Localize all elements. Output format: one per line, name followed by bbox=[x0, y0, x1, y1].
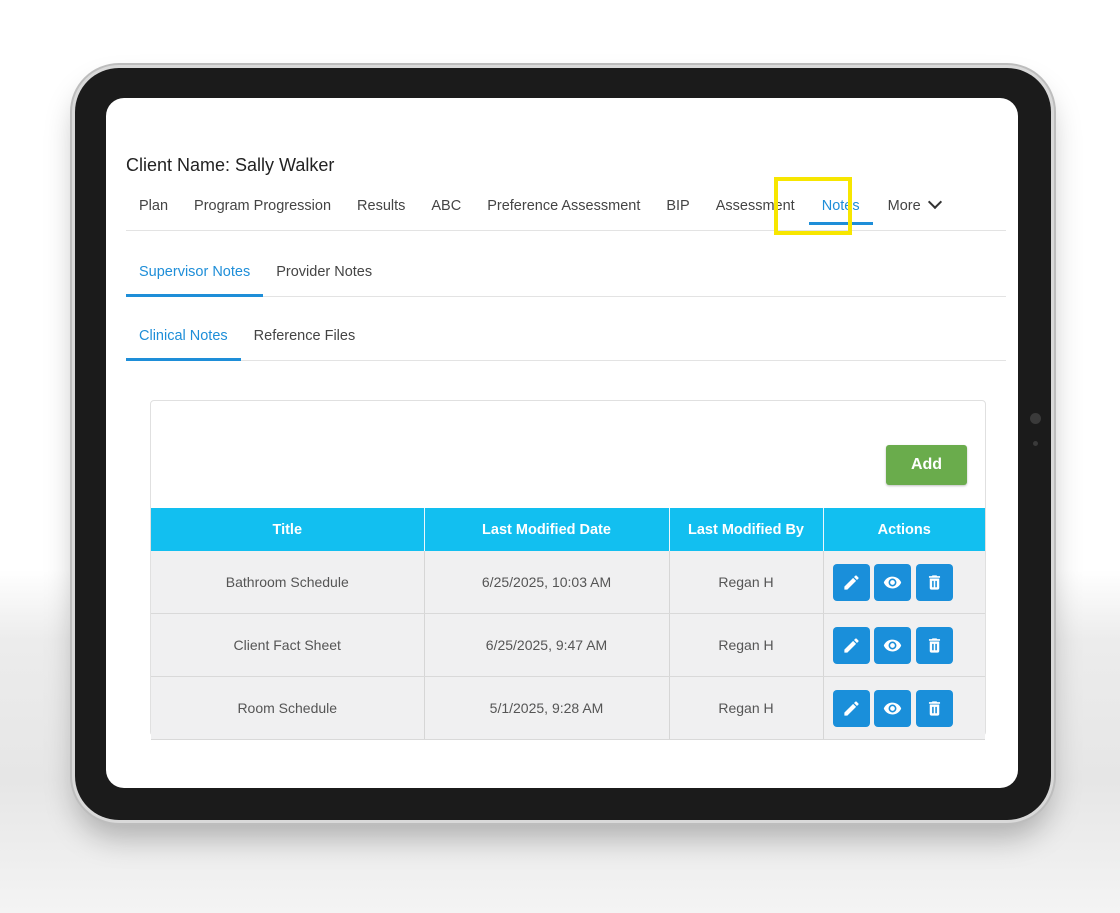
sensor-dot bbox=[1033, 441, 1038, 446]
camera-dot bbox=[1030, 413, 1041, 424]
cell-date: 6/25/2025, 9:47 AM bbox=[424, 613, 670, 677]
cell-modified-by: Regan H bbox=[669, 676, 824, 740]
client-name-heading: Client Name: Sally Walker bbox=[126, 155, 335, 175]
tab-program-progression[interactable]: Program Progression bbox=[181, 190, 344, 224]
column-header-title[interactable]: Title bbox=[151, 508, 425, 551]
tab-provider-notes[interactable]: Provider Notes bbox=[263, 256, 385, 296]
tab-assessment[interactable]: Assessment bbox=[703, 190, 808, 224]
notes-type-tab-bar: Supervisor Notes Provider Notes bbox=[126, 256, 1006, 297]
column-header-actions: Actions bbox=[823, 508, 985, 551]
tab-provider-notes-label: Provider Notes bbox=[276, 264, 373, 280]
cell-date: 5/1/2025, 9:28 AM bbox=[424, 676, 670, 740]
delete-button[interactable] bbox=[916, 563, 954, 601]
column-header-last-modified-by[interactable]: Last Modified By bbox=[669, 508, 824, 551]
view-button[interactable] bbox=[874, 689, 912, 727]
edit-button[interactable] bbox=[832, 689, 870, 727]
tab-supervisor-notes[interactable]: Supervisor Notes bbox=[126, 256, 264, 297]
pencil-icon bbox=[843, 637, 859, 653]
notes-category-tab-bar: Clinical Notes Reference Files bbox=[126, 320, 1006, 361]
trash-icon bbox=[929, 637, 941, 653]
tab-more-label: More bbox=[887, 198, 921, 214]
tab-clinical-notes[interactable]: Clinical Notes bbox=[126, 320, 241, 361]
cell-title: Bathroom Schedule bbox=[151, 551, 425, 614]
tab-notes[interactable]: Notes bbox=[808, 190, 873, 225]
tab-preference-assessment-label: Preference Assessment bbox=[487, 198, 641, 214]
app-screen: Client Name: Sally Walker Plan Program P… bbox=[106, 98, 1018, 788]
cell-actions bbox=[823, 551, 985, 614]
main-tab-bar: Plan Program Progression Results ABC Pre… bbox=[126, 190, 1006, 231]
add-button[interactable]: Add bbox=[886, 445, 967, 485]
tab-more[interactable]: More bbox=[875, 190, 953, 224]
trash-icon bbox=[929, 700, 941, 716]
tab-reference-files-label: Reference Files bbox=[253, 328, 356, 344]
tab-bip-label: BIP bbox=[666, 198, 690, 214]
tablet-device: Client Name: Sally Walker Plan Program P… bbox=[75, 68, 1051, 820]
table-row: Client Fact Sheet 6/25/2025, 9:47 AM Reg… bbox=[151, 613, 985, 677]
tab-supervisor-notes-label: Supervisor Notes bbox=[139, 264, 251, 280]
view-button[interactable] bbox=[874, 626, 912, 664]
edit-button[interactable] bbox=[832, 563, 870, 601]
eye-icon bbox=[884, 576, 902, 588]
tab-clinical-notes-label: Clinical Notes bbox=[139, 328, 228, 344]
cell-title: Client Fact Sheet bbox=[151, 613, 425, 677]
pencil-icon bbox=[843, 700, 859, 716]
tab-plan-label: Plan bbox=[139, 198, 169, 214]
table-row: Bathroom Schedule 6/25/2025, 10:03 AM Re… bbox=[151, 551, 985, 614]
cell-actions bbox=[823, 676, 985, 740]
cell-modified-by: Regan H bbox=[669, 613, 824, 677]
tab-bip[interactable]: BIP bbox=[653, 190, 702, 224]
trash-icon bbox=[929, 574, 941, 590]
tab-results[interactable]: Results bbox=[344, 190, 418, 224]
view-button[interactable] bbox=[874, 563, 912, 601]
delete-button[interactable] bbox=[916, 689, 954, 727]
cell-date: 6/25/2025, 10:03 AM bbox=[424, 551, 670, 614]
tab-results-label: Results bbox=[357, 198, 406, 214]
tab-abc-label: ABC bbox=[431, 198, 462, 214]
table-row: Room Schedule 5/1/2025, 9:28 AM Regan H bbox=[151, 676, 985, 740]
edit-button[interactable] bbox=[832, 626, 870, 664]
chevron-down-icon bbox=[927, 194, 942, 210]
eye-icon bbox=[884, 702, 902, 714]
delete-button[interactable] bbox=[916, 626, 954, 664]
pencil-icon bbox=[843, 574, 859, 590]
tab-plan[interactable]: Plan bbox=[126, 190, 181, 224]
tab-preference-assessment[interactable]: Preference Assessment bbox=[474, 190, 653, 224]
notes-table: Title Last Modified Date Last Modified B… bbox=[151, 508, 985, 740]
tab-abc[interactable]: ABC bbox=[418, 190, 474, 224]
tab-reference-files[interactable]: Reference Files bbox=[241, 320, 369, 360]
cell-actions bbox=[823, 613, 985, 677]
cell-modified-by: Regan H bbox=[669, 551, 824, 614]
cell-title: Room Schedule bbox=[151, 676, 425, 740]
tab-assessment-label: Assessment bbox=[715, 198, 795, 214]
table-header-row: Title Last Modified Date Last Modified B… bbox=[151, 508, 985, 551]
eye-icon bbox=[884, 639, 902, 651]
notes-card: Add Title Last Modified Date Last Modifi… bbox=[150, 400, 986, 740]
tab-program-progression-label: Program Progression bbox=[194, 198, 332, 214]
column-header-last-modified-date[interactable]: Last Modified Date bbox=[424, 508, 670, 551]
tab-notes-label: Notes bbox=[821, 198, 860, 214]
